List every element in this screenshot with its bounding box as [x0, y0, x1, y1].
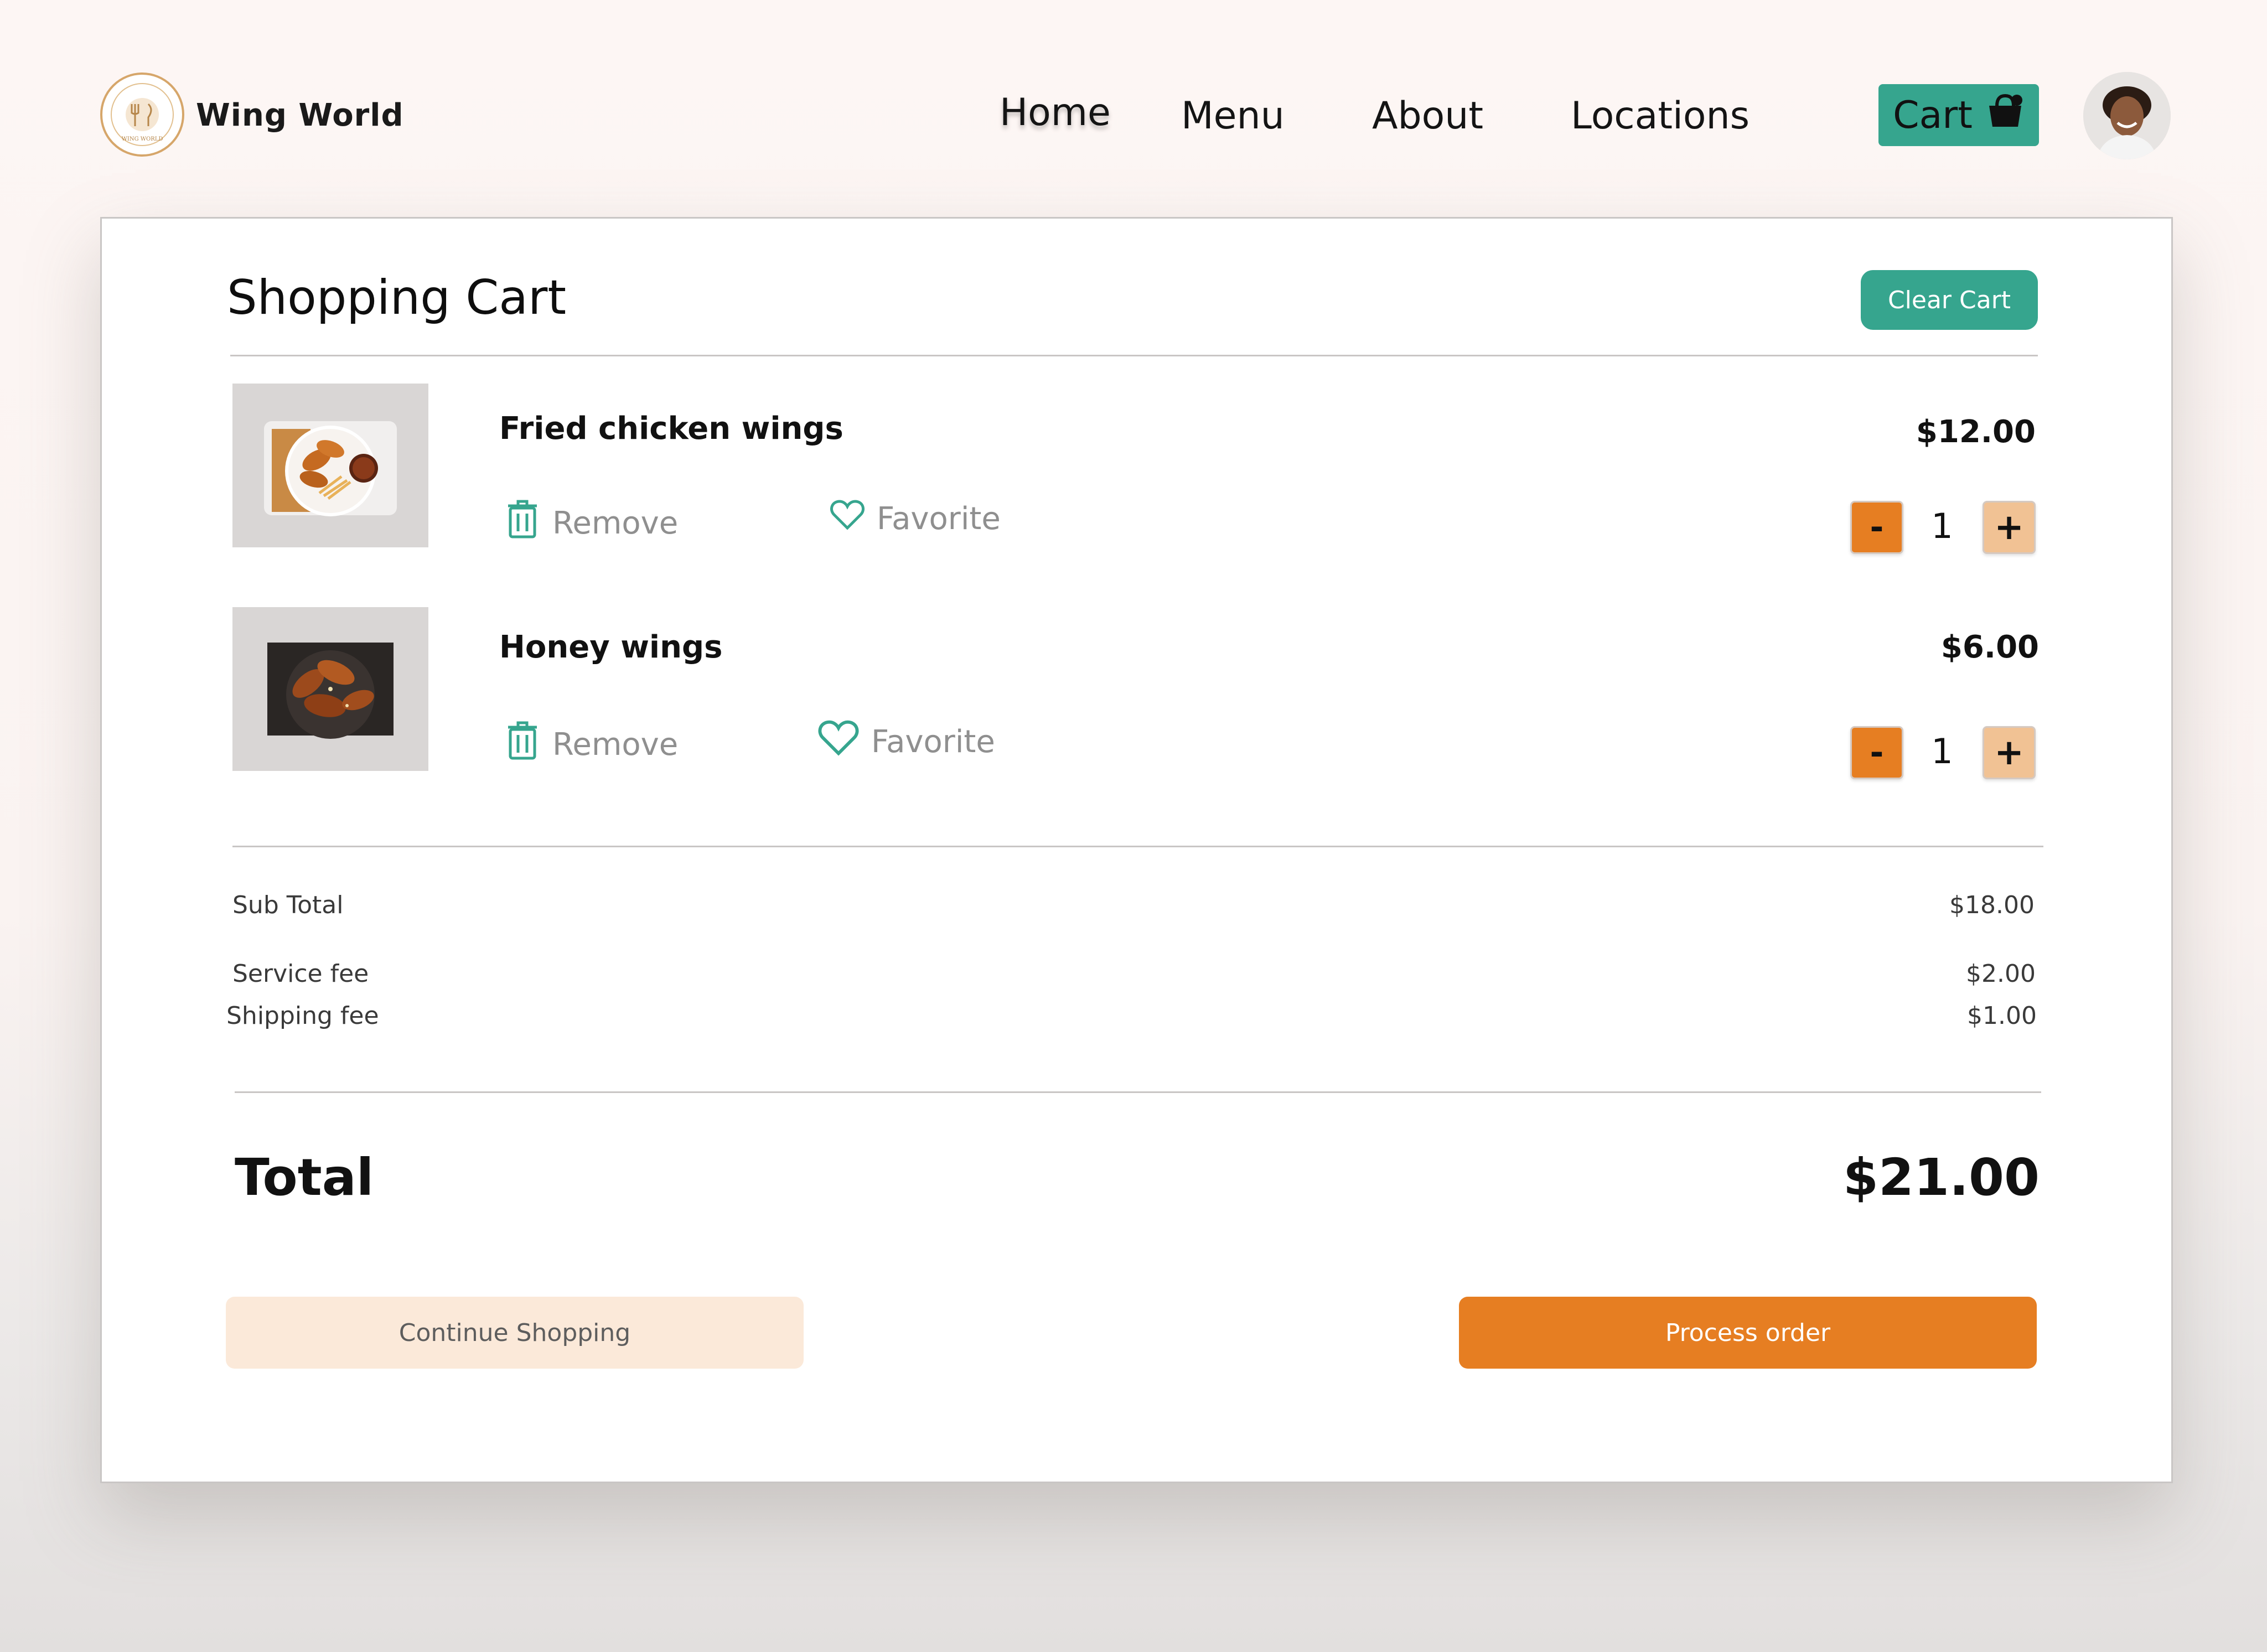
quantity-value: 1	[1931, 731, 1953, 771]
cart-button[interactable]: Cart	[1878, 84, 2039, 146]
service-fee-label: Service fee	[232, 960, 369, 988]
subtotal-value: $18.00	[1949, 891, 2035, 919]
svg-text:WING WORLD: WING WORLD	[122, 136, 163, 142]
summary-divider	[235, 1091, 2041, 1093]
item-price: $6.00	[1940, 629, 2039, 665]
header-divider	[230, 355, 2038, 356]
favorite-label: Favorite	[871, 723, 995, 760]
item-image-honey-wings	[232, 607, 428, 771]
item-name: Fried chicken wings	[499, 411, 843, 447]
nav-locations[interactable]: Locations	[1571, 94, 1750, 138]
nav-menu[interactable]: Menu	[1181, 94, 1285, 138]
service-fee-value: $2.00	[1966, 960, 2036, 988]
favorite-label: Favorite	[877, 500, 1001, 537]
increase-quantity-button[interactable]: +	[1983, 726, 2036, 779]
shipping-fee-label: Shipping fee	[226, 1002, 379, 1030]
process-order-button[interactable]: Process order	[1459, 1297, 2037, 1369]
heart-icon	[818, 719, 859, 764]
nav-home[interactable]: Home	[1000, 91, 1111, 134]
remove-button[interactable]: Remove	[505, 721, 678, 768]
cart-label: Cart	[1893, 93, 1973, 137]
total-label: Total	[235, 1148, 374, 1207]
remove-label: Remove	[552, 505, 679, 541]
heart-icon	[830, 499, 865, 538]
shipping-fee-value: $1.00	[1967, 1002, 2037, 1030]
item-name: Honey wings	[499, 629, 723, 665]
remove-label: Remove	[552, 726, 679, 763]
favorite-button[interactable]: Favorite	[818, 719, 995, 764]
quantity-value: 1	[1931, 506, 1953, 546]
brand-logo[interactable]: WING WORLD	[100, 72, 185, 157]
continue-shopping-button[interactable]: Continue Shopping	[226, 1297, 804, 1369]
item-price: $12.00	[1916, 414, 2036, 450]
items-divider	[232, 846, 2043, 847]
nav-about[interactable]: About	[1372, 94, 1483, 138]
user-avatar[interactable]	[2083, 72, 2171, 159]
remove-button[interactable]: Remove	[505, 499, 678, 547]
trash-icon	[505, 721, 540, 768]
decrease-quantity-button[interactable]: -	[1850, 501, 1903, 554]
brand-name[interactable]: Wing World	[196, 97, 404, 133]
clear-cart-button[interactable]: Clear Cart	[1861, 270, 2038, 330]
favorite-button[interactable]: Favorite	[830, 499, 1001, 538]
item-image-fried-chicken-wings	[232, 384, 428, 547]
decrease-quantity-button[interactable]: -	[1850, 726, 1903, 779]
shopping-bag-icon	[1986, 92, 2025, 138]
trash-icon	[505, 499, 540, 547]
total-value: $21.00	[1842, 1148, 2040, 1207]
page-title: Shopping Cart	[227, 270, 567, 325]
increase-quantity-button[interactable]: +	[1983, 501, 2036, 554]
subtotal-label: Sub Total	[232, 891, 344, 919]
